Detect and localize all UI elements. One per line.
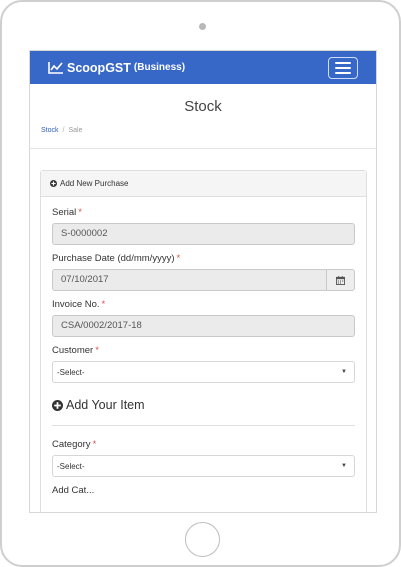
customer-select[interactable]: -Select- ▼ [52, 361, 355, 383]
app-screen: ScoopGST (Business) Stock Stock / Sale A… [29, 50, 377, 513]
required-mark: * [101, 299, 106, 310]
purchase-date-field[interactable]: 07/10/2017 [52, 269, 327, 291]
caret-down-icon: ▼ [341, 369, 347, 375]
serial-label: Serial * [52, 207, 82, 218]
panel-heading-label: Add New Purchase [60, 179, 129, 188]
category-group: Category * -Select- ▼ [52, 439, 355, 477]
hamburger-menu-button[interactable] [328, 56, 358, 79]
hamburger-icon [335, 61, 351, 64]
serial-field[interactable]: S-0000002 [52, 223, 355, 245]
home-button[interactable] [185, 522, 220, 557]
page-title: Stock [184, 98, 222, 115]
date-picker-button[interactable] [327, 269, 355, 291]
add-item-heading: Add Your Item [52, 397, 355, 413]
purchase-form: Serial * S-0000002 Purchase Date (dd/mm/y… [41, 197, 366, 493]
camera-dot [199, 23, 206, 30]
brand-logo[interactable]: ScoopGST (Business) [48, 61, 185, 75]
breadcrumb-separator: / [62, 127, 65, 134]
add-purchase-panel: Add New Purchase Serial * S-0000002 Purch… [40, 170, 367, 512]
customer-selected-value: -Select- [57, 367, 85, 377]
plus-circle-icon [50, 180, 57, 187]
purchase-date-group: Purchase Date (dd/mm/yyyy) * 07/10/2017 [52, 253, 355, 291]
breadcrumb-current: Sale [68, 127, 83, 134]
category-select[interactable]: -Select- ▼ [52, 455, 355, 477]
calendar-icon [336, 275, 345, 285]
top-navbar: ScoopGST (Business) [30, 51, 376, 84]
customer-label: Customer * [52, 345, 99, 356]
panel-heading: Add New Purchase [41, 171, 366, 197]
header-divider [30, 148, 376, 149]
brand-name: ScoopGST [67, 60, 131, 75]
category-selected-value: -Select- [57, 461, 85, 471]
breadcrumb: Stock / Sale [30, 127, 376, 137]
required-mark: * [92, 439, 97, 450]
required-mark: * [78, 207, 82, 218]
breadcrumb-stock-link[interactable]: Stock [41, 127, 59, 134]
invoice-no-label: Invoice No. * [52, 299, 106, 310]
purchase-date-input-group: 07/10/2017 [52, 269, 355, 291]
tablet-frame: ScoopGST (Business) Stock Stock / Sale A… [0, 0, 401, 567]
caret-down-icon: ▼ [341, 463, 347, 469]
category-label: Category * [52, 439, 97, 450]
add-category-label-partial: Add Cat... [52, 485, 95, 493]
invoice-no-field[interactable]: CSA/0002/2017-18 [52, 315, 355, 337]
customer-group: Customer * -Select- ▼ [52, 345, 355, 383]
purchase-date-label: Purchase Date (dd/mm/yyyy) * [52, 253, 181, 264]
serial-group: Serial * S-0000002 [52, 207, 355, 245]
required-mark: * [95, 345, 99, 356]
required-mark: * [176, 253, 181, 264]
line-chart-icon [48, 62, 63, 74]
add-item-title: Add Your Item [66, 398, 145, 412]
brand-edition: (Business) [133, 62, 186, 73]
plus-circle-icon [52, 399, 63, 411]
invoice-no-group: Invoice No. * CSA/0002/2017-18 [52, 299, 355, 337]
section-divider [52, 425, 355, 426]
